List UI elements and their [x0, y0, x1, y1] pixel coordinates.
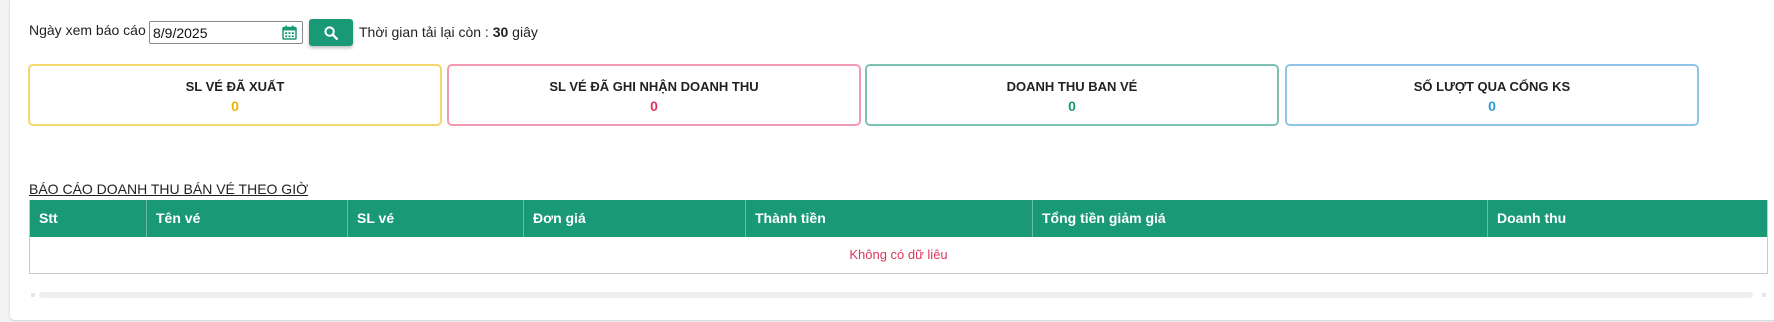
column-header-ticket-qty[interactable]: SL vé [348, 200, 524, 237]
report-date-label: Ngày xem báo cáo [29, 22, 146, 38]
stat-card-value: 0 [1488, 98, 1496, 114]
stat-card-title: DOANH THU BAN VÉ [1006, 79, 1138, 94]
report-date-input[interactable]: 8/9/2025 [149, 21, 303, 44]
search-button[interactable] [309, 19, 353, 46]
table-header: Stt Tên vé SL vé Đơn giá Thành tiền Tổng… [30, 200, 1767, 237]
scrollbar-thumb[interactable] [39, 292, 1753, 298]
empty-table-message: Không có dữ liêu [849, 247, 948, 262]
reload-seconds: 30 [492, 24, 509, 40]
column-header-ticket-name[interactable]: Tên vé [147, 200, 348, 237]
stat-card-value: 0 [231, 98, 239, 114]
report-date-value[interactable]: 8/9/2025 [153, 25, 208, 41]
scroll-right-arrow[interactable] [1762, 293, 1766, 297]
column-header-total-discount[interactable]: Tổng tiền giảm giá [1033, 200, 1488, 237]
stat-card-title: SL VÉ ĐÃ XUẤT [185, 79, 285, 94]
revenue-table: Stt Tên vé SL vé Đơn giá Thành tiền Tổng… [29, 200, 1768, 274]
search-icon [324, 26, 338, 40]
calendar-icon[interactable] [282, 25, 297, 40]
stat-card-value: 0 [1068, 98, 1076, 114]
scroll-left-arrow[interactable] [31, 293, 35, 297]
stat-card-tickets-revenue-recorded: SL VÉ ĐÃ GHI NHẬN DOANH THU 0 [447, 64, 861, 126]
column-header-amount[interactable]: Thành tiền [746, 200, 1033, 237]
stat-card-gate-passes: SỐ LƯỢT QUA CỔNG KS 0 [1285, 64, 1699, 126]
column-header-revenue[interactable]: Doanh thu [1488, 200, 1767, 237]
report-title: BÁO CÁO DOANH THU BÁN VÉ THEO GIỜ [29, 181, 309, 197]
stat-card-title: SỐ LƯỢT QUA CỔNG KS [1413, 79, 1571, 94]
reload-countdown: Thời gian tải lại còn : 30 giây [359, 24, 538, 40]
reload-prefix: Thời gian tải lại còn : [359, 24, 489, 40]
reload-unit: giây [512, 24, 538, 40]
stat-card-tickets-issued: SL VÉ ĐÃ XUẤT 0 [28, 64, 442, 126]
horizontal-scrollbar[interactable] [31, 291, 1766, 299]
column-header-unit-price[interactable]: Đơn giá [524, 200, 746, 237]
stat-card-title: SL VÉ ĐÃ GHI NHẬN DOANH THU [549, 79, 759, 94]
stat-card-value: 0 [650, 98, 658, 114]
stat-card-ticket-revenue: DOANH THU BAN VÉ 0 [865, 64, 1279, 126]
column-header-stt[interactable]: Stt [30, 200, 147, 237]
